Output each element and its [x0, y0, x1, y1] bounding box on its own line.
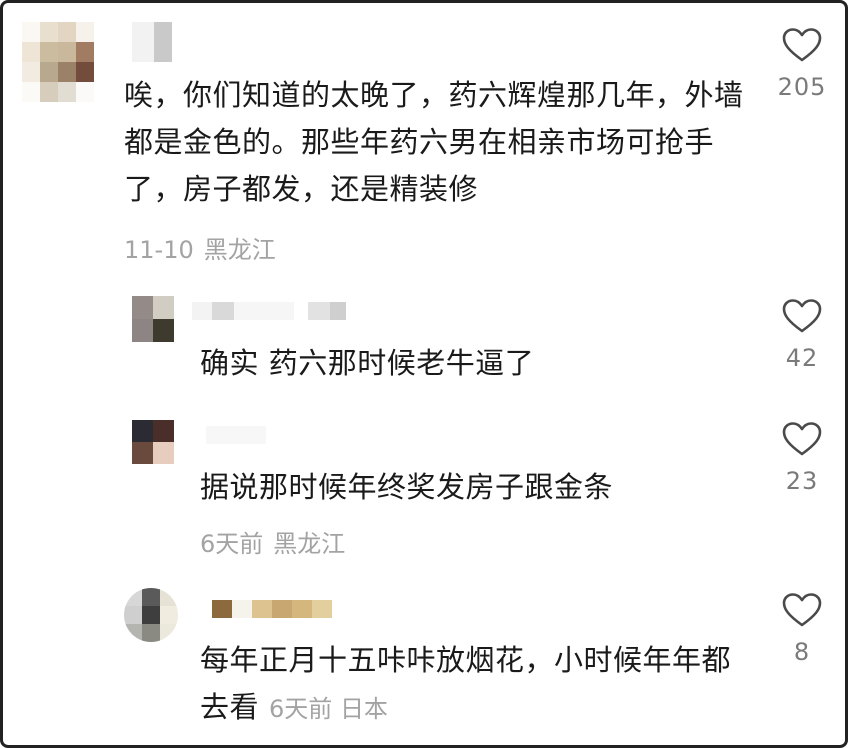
screenshot-frame: [0, 0, 848, 748]
